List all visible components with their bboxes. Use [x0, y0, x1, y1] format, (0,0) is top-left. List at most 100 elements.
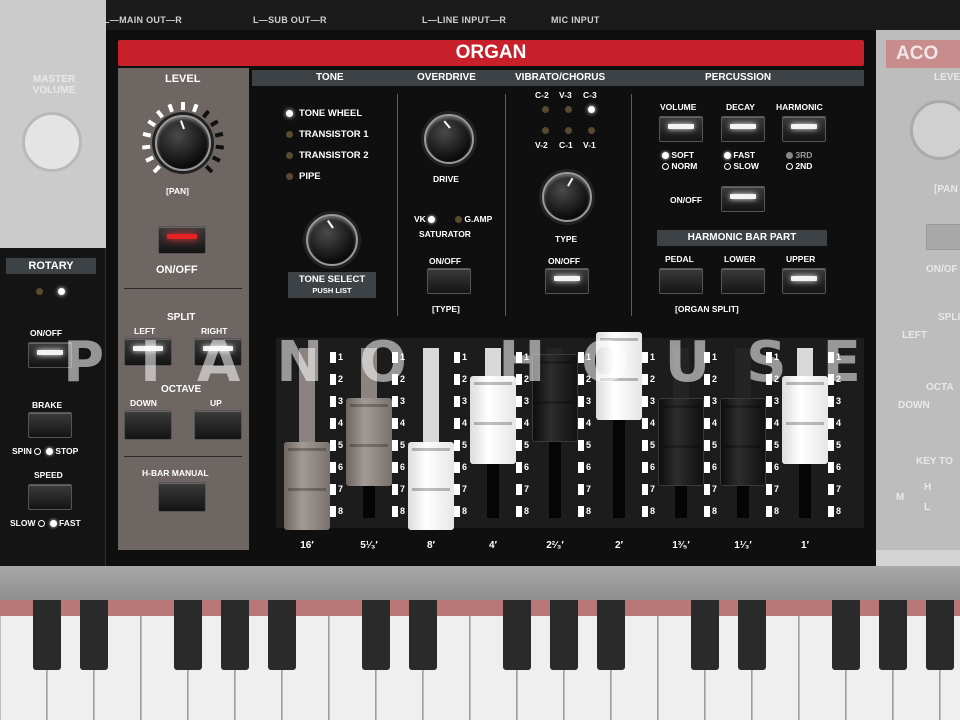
- rotary-brake-label: BRAKE: [32, 400, 63, 410]
- drive-knob[interactable]: [424, 114, 474, 164]
- rotary-speed-label: SPEED: [34, 470, 63, 480]
- spin-led: [34, 448, 42, 455]
- tone-led: [286, 173, 293, 180]
- hb-pedal-label: PEDAL: [665, 254, 694, 264]
- rotary-led-fast: [58, 288, 65, 295]
- io-sub-out: L—SUB OUT—R: [253, 15, 327, 25]
- tone-item-label: PIPE: [299, 171, 321, 182]
- drawbar-scale-number: 3: [828, 394, 848, 416]
- rotary-brake-button[interactable]: [28, 412, 72, 438]
- master-panel-faded: MASTER VOLUME: [0, 0, 106, 248]
- drawbar-7[interactable]: [658, 348, 704, 486]
- tone-item-0[interactable]: TONE WHEEL: [286, 108, 362, 119]
- drawbar-cap[interactable]: [346, 398, 392, 486]
- octave-up-button[interactable]: [194, 410, 242, 440]
- perc-on-off-button[interactable]: [721, 186, 765, 212]
- key-felt: [0, 600, 960, 616]
- acoustic-title: ACO: [886, 40, 960, 68]
- acoustic-level-knob[interactable]: [910, 100, 960, 160]
- tone-item-2[interactable]: TRANSISTOR 2: [286, 150, 369, 161]
- level-scale-tick: [202, 109, 211, 119]
- acoustic-pan: [PAN: [934, 184, 958, 195]
- io-line-input: L—LINE INPUT—R: [422, 15, 507, 25]
- hb-lower-button[interactable]: [721, 268, 765, 294]
- tone-title: TONE: [316, 72, 344, 83]
- second-label: 2ND: [795, 161, 813, 171]
- level-scale-tick: [215, 144, 224, 150]
- drawbar-scale-number: 8: [704, 504, 724, 526]
- vib-c3: C-3: [583, 90, 597, 100]
- vk-text: VK: [414, 214, 426, 224]
- perc-decay-button[interactable]: [721, 116, 765, 142]
- master-volume-knob[interactable]: [22, 112, 82, 172]
- hb-upper-button[interactable]: [782, 268, 826, 294]
- hbar-manual-button[interactable]: [158, 482, 206, 512]
- saturator-label: SATURATOR: [419, 229, 471, 239]
- drawbar-1[interactable]: [284, 348, 330, 530]
- level-knob[interactable]: [155, 115, 211, 171]
- rotary-speed-button[interactable]: [28, 484, 72, 510]
- overdrive-type-label: [TYPE]: [432, 304, 460, 314]
- drawbar-cap[interactable]: [720, 398, 766, 486]
- tone-select-box: TONE SELECT PUSH LIST: [288, 272, 376, 298]
- level-scale-tick: [152, 164, 162, 174]
- drawbar-8[interactable]: [720, 348, 766, 486]
- perc-3rd: 3RD: [786, 150, 812, 160]
- black-key: [691, 600, 719, 670]
- drawbar-scale-number: 8: [454, 504, 474, 526]
- drawbar-footage-label: 1¹⁄₃′: [734, 540, 752, 551]
- level-scale-tick: [147, 119, 157, 128]
- level-scale-tick: [209, 119, 219, 128]
- vibrato-type-knob[interactable]: [542, 172, 592, 222]
- drawbar-scale-number: 8: [642, 504, 662, 526]
- gamp-label: G.AMP: [455, 214, 492, 224]
- organ-on-off-button[interactable]: [158, 226, 206, 254]
- fast-led: [724, 152, 731, 159]
- black-key: [550, 600, 578, 670]
- octave-down-label: DOWN: [130, 398, 157, 408]
- hb-pedal-button[interactable]: [659, 268, 703, 294]
- drawbar-cap[interactable]: [658, 398, 704, 486]
- organ-title: ORGAN: [118, 40, 864, 66]
- black-key: [879, 600, 907, 670]
- hb-lower-label: LOWER: [724, 254, 756, 264]
- drive-label: DRIVE: [433, 174, 459, 184]
- hb-upper-light: [791, 276, 817, 281]
- norm-label: NORM: [671, 161, 698, 171]
- octave-down-button[interactable]: [124, 410, 172, 440]
- drawbar-3[interactable]: [408, 348, 454, 530]
- acoustic-on-off-button[interactable]: [926, 224, 960, 250]
- vib-led-v2: [542, 127, 549, 134]
- perc-volume-light: [668, 124, 694, 129]
- black-key: [268, 600, 296, 670]
- drawbar-scale-number: 6: [828, 460, 848, 482]
- stop-label: STOP: [55, 446, 79, 456]
- level-knob-pointer: [179, 120, 185, 130]
- black-key: [503, 600, 531, 670]
- rotary-slow-fast: SLOW FAST: [10, 518, 81, 528]
- tone-item-1[interactable]: TRANSISTOR 1: [286, 129, 369, 140]
- vib-c2: C-2: [535, 90, 549, 100]
- tone-item-label: TONE WHEEL: [299, 108, 363, 119]
- drawbar-scale-number: 7: [828, 482, 848, 504]
- drawbar-2[interactable]: [346, 348, 392, 486]
- drawbar-cap[interactable]: [284, 442, 330, 530]
- overdrive-on-off-button[interactable]: [427, 268, 471, 294]
- black-key: [221, 600, 249, 670]
- drawbar-scale-number: 4: [828, 416, 848, 438]
- tone-led: [286, 131, 293, 138]
- overdrive-title: OVERDRIVE: [417, 72, 476, 83]
- third-led: [786, 152, 793, 159]
- second-led: [786, 163, 793, 170]
- vibrato-on-off-button[interactable]: [545, 268, 589, 294]
- tone-item-3[interactable]: PIPE: [286, 171, 321, 182]
- vib-led-c3: [588, 106, 595, 113]
- tone-select-knob[interactable]: [306, 214, 358, 266]
- perc-volume-button[interactable]: [659, 116, 703, 142]
- perc-decay-label: DECAY: [726, 102, 755, 112]
- hb-upper-label: UPPER: [786, 254, 816, 264]
- drawbar-scale-number: 8: [766, 504, 786, 526]
- perc-harmonic-button[interactable]: [782, 116, 826, 142]
- drawbar-cap[interactable]: [408, 442, 454, 530]
- gamp-led: [455, 216, 462, 223]
